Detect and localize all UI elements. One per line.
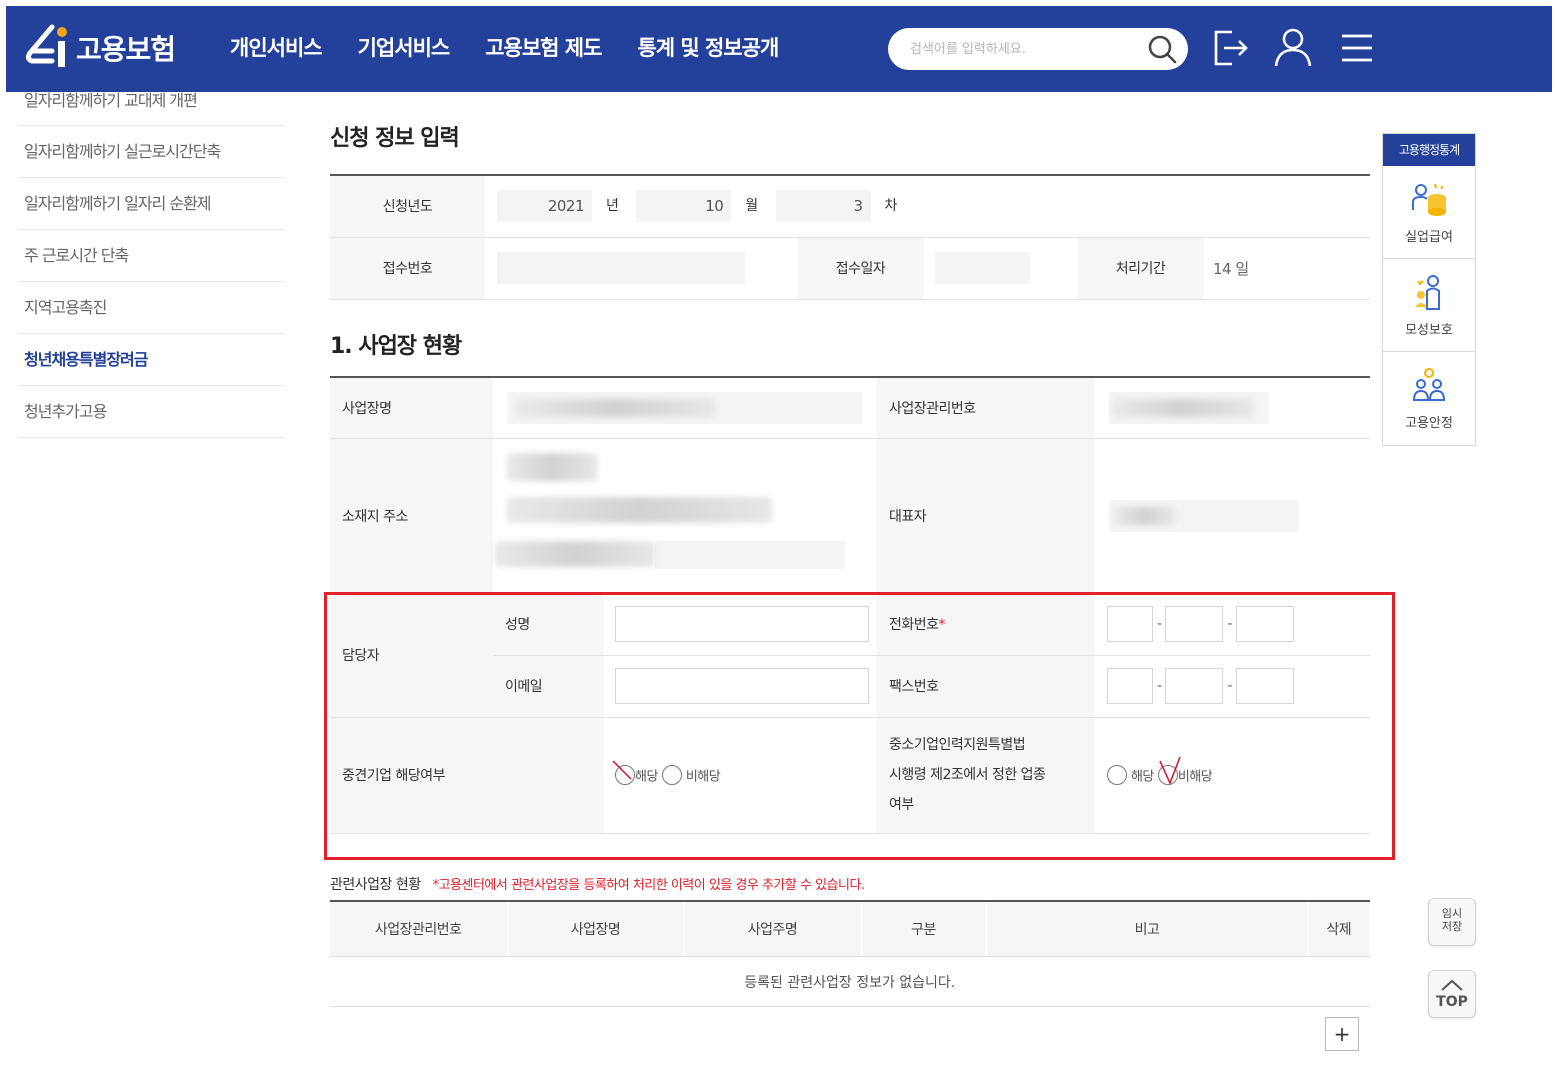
quick-item-maternity-label: 모성보호 (1405, 323, 1453, 338)
quick-menu-title: 고용행정통계 (1383, 134, 1475, 166)
col-type: 구분 (861, 900, 987, 957)
receipt-no-label: 접수번호 (330, 237, 485, 300)
logo-text: 고용보험 (76, 33, 176, 66)
receipt-date-field (935, 252, 1030, 284)
mgmt-no-label: 사업장관리번호 (877, 376, 1095, 439)
quick-item-employment-stability-label: 고용안정 (1405, 416, 1453, 431)
logo[interactable]: 고용보험 (22, 20, 176, 76)
receipt-date-label: 접수일자 (798, 237, 923, 300)
year-unit: 년 (605, 198, 619, 215)
temp-save-label-2: 저장 (1441, 920, 1463, 933)
top-button[interactable]: TOP (1428, 970, 1476, 1018)
month-unit: 월 (745, 198, 758, 215)
add-related-button[interactable]: + (1325, 1017, 1359, 1051)
chevron-up-icon (1441, 979, 1463, 991)
quick-item-employment-stability[interactable]: 고용안정 (1383, 352, 1475, 445)
col-remarks: 비고 (986, 900, 1309, 957)
mgmt-no-field (1109, 391, 1269, 424)
address-field (493, 438, 877, 593)
quick-item-unemployment-label: 실업급여 (1405, 230, 1453, 245)
period-label: 처리기간 (1078, 237, 1203, 300)
workplace-name-field (507, 391, 862, 424)
logout-icon[interactable] (1210, 26, 1252, 70)
receipt-no-field (497, 252, 745, 284)
nav-company-service[interactable]: 기업서비스 (358, 32, 451, 62)
representative-field (1109, 499, 1299, 532)
col-delete: 삭제 (1308, 900, 1370, 957)
col-owner-name: 사업주명 (684, 900, 862, 957)
menu-icon[interactable] (1336, 26, 1378, 70)
year-label: 신청년도 (330, 175, 485, 238)
search-icon[interactable] (1146, 33, 1178, 65)
sidebar-item-job-rotation[interactable]: 일자리함께하기 일자리 순환제 (18, 178, 284, 230)
application-info-table: 신청년도 2021 년 10 월 3 차 접수번호 접수일자 처리기간 14 일 (330, 174, 1370, 300)
related-table: 사업장관리번호 사업장명 사업주명 구분 비고 삭제 등록된 관련사업장 정보가… (330, 899, 1370, 1007)
related-empty-message: 등록된 관련사업장 정보가 없습니다. (330, 956, 1370, 1007)
temp-save-label-1: 임시 (1441, 907, 1463, 920)
main-content: 신청 정보 입력 신청년도 2021 년 10 월 3 차 접수번호 접수일자 … (330, 120, 1370, 1053)
related-title: 관련사업장 현황 (330, 876, 421, 893)
top-header: 고용보험 개인서비스 기업서비스 고용보험 제도 통계 및 정보공개 (6, 6, 1552, 92)
sidebar: 일자리함께하기 교대제 개편 일자리함께하기 실근로시간단축 일자리함께하기 일… (18, 86, 284, 438)
application-title: 신청 정보 입력 (330, 126, 460, 151)
nav-insurance-system[interactable]: 고용보험 제도 (485, 32, 602, 62)
search-box (888, 28, 1188, 70)
workplace-title: 1. 사업장 현황 (330, 333, 462, 359)
period-value: 14 일 (1203, 237, 1370, 300)
search-input[interactable] (910, 38, 1130, 60)
round-value: 3 (775, 190, 871, 223)
user-icon[interactable] (1272, 26, 1314, 70)
sidebar-item-youth-special-subsidy[interactable]: 청년채용특별장려금 (18, 334, 284, 386)
sidebar-item-youth-additional[interactable]: 청년추가고용 (18, 386, 284, 438)
sidebar-item-regional-employment[interactable]: 지역고용촉진 (18, 282, 284, 334)
people-icon (1412, 368, 1446, 401)
workplace-table: 사업장명 사업장관리번호 소재지 주소 대표자 (330, 375, 1370, 593)
nav-personal-service[interactable]: 개인서비스 (230, 32, 323, 62)
coin-person-icon (1412, 183, 1446, 216)
year-value: 2021 (497, 190, 592, 223)
quick-item-unemployment[interactable]: 실업급여 (1383, 166, 1475, 259)
workplace-name-label: 사업장명 (330, 376, 493, 439)
sidebar-item-work-hours-reduction[interactable]: 일자리함께하기 실근로시간단축 (18, 126, 284, 178)
col-mgmt-no: 사업장관리번호 (330, 900, 508, 957)
related-note: *고용센터에서 관련사업장을 등록하여 처리한 이력이 있을 경우 추가할 수 … (432, 877, 865, 893)
mother-icon (1415, 275, 1440, 310)
highlight-box (324, 592, 1395, 860)
logo-mark-icon (25, 24, 67, 67)
month-value: 10 (636, 190, 732, 223)
nav-statistics[interactable]: 통계 및 정보공개 (637, 32, 779, 62)
temp-save-button[interactable]: 임시 저장 (1428, 898, 1476, 946)
representative-label: 대표자 (877, 438, 1095, 593)
round-unit: 차 (884, 198, 898, 215)
quick-item-maternity[interactable]: 모성보호 (1383, 259, 1475, 352)
main-nav: 개인서비스 기업서비스 고용보험 제도 통계 및 정보공개 (230, 32, 814, 62)
quick-menu: 고용행정통계 실업급여 모성보호 고용안정 (1382, 133, 1476, 446)
col-workplace-name: 사업장명 (507, 900, 685, 957)
top-label: TOP (1436, 994, 1468, 1010)
address-label: 소재지 주소 (330, 438, 493, 593)
sidebar-item-weekly-hours[interactable]: 주 근로시간 단축 (18, 230, 284, 282)
sidebar-item-shift-reform[interactable]: 일자리함께하기 교대제 개편 (18, 86, 284, 126)
